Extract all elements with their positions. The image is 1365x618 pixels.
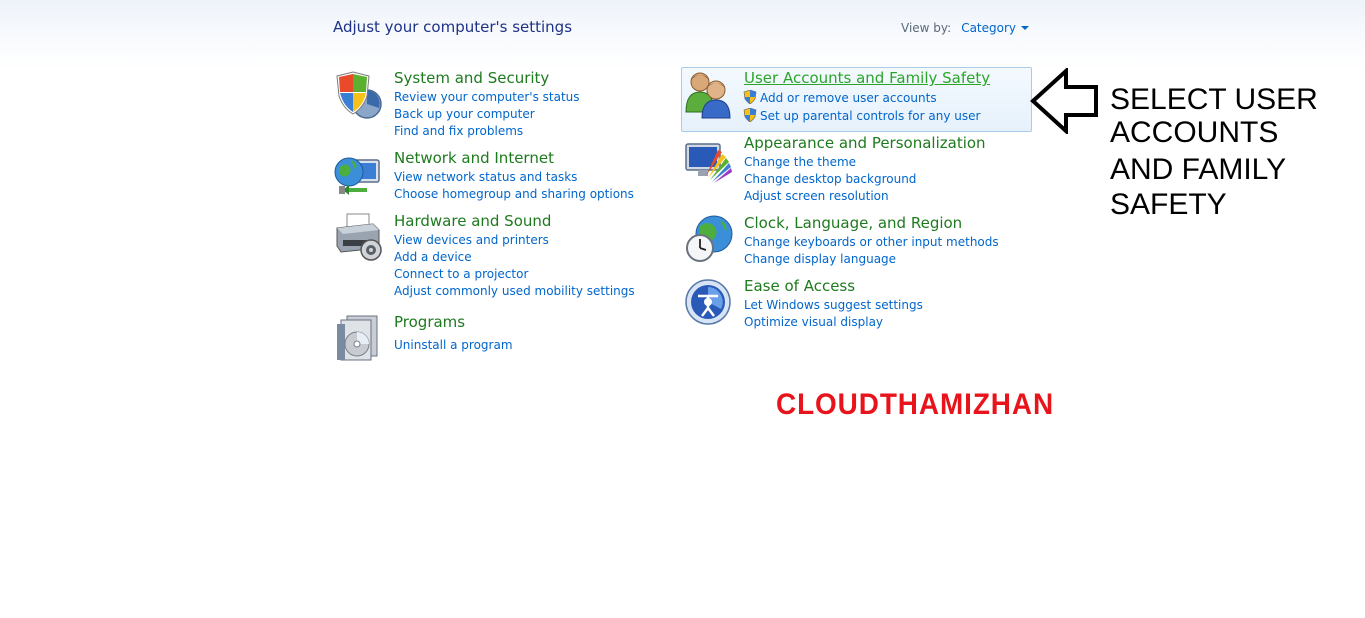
link-screen-resolution[interactable]: Adjust screen resolution xyxy=(744,189,889,203)
category-network-internet[interactable]: Network and Internet xyxy=(394,149,554,167)
users-icon[interactable] xyxy=(684,70,734,120)
annotation-line: AND FAMILY xyxy=(1110,153,1287,186)
link-parental-controls-label: Set up parental controls for any user xyxy=(760,109,981,123)
page-title: Adjust your computer's settings xyxy=(333,18,573,36)
category-user-accounts[interactable]: User Accounts and Family Safety xyxy=(744,69,990,87)
ease-of-access-icon[interactable] xyxy=(684,278,734,328)
uac-shield-icon xyxy=(743,89,757,105)
link-projector[interactable]: Connect to a projector xyxy=(394,267,528,281)
link-parental-controls[interactable]: Set up parental controls for any user xyxy=(743,107,981,123)
uac-shield-icon xyxy=(743,107,757,123)
clock-globe-icon[interactable] xyxy=(684,214,734,264)
annotation-line: SELECT USER xyxy=(1110,83,1318,116)
link-mobility[interactable]: Adjust commonly used mobility settings xyxy=(394,284,635,298)
annotation-line: SAFETY xyxy=(1110,188,1227,221)
control-panel-window: Adjust your computer's settings View by:… xyxy=(0,0,1365,618)
left-arrow-icon xyxy=(1030,68,1098,134)
view-by-label: View by: xyxy=(901,21,952,35)
link-review-status[interactable]: Review your computer's status xyxy=(394,90,580,104)
link-suggest-settings[interactable]: Let Windows suggest settings xyxy=(744,298,923,312)
link-keyboards[interactable]: Change keyboards or other input methods xyxy=(744,235,999,249)
category-clock-region[interactable]: Clock, Language, and Region xyxy=(744,214,962,232)
view-by-value: Category xyxy=(961,21,1017,35)
shield-icon[interactable] xyxy=(333,70,383,120)
link-add-remove-accounts-label: Add or remove user accounts xyxy=(760,91,937,105)
category-ease-of-access[interactable]: Ease of Access xyxy=(744,277,855,295)
printer-icon[interactable] xyxy=(333,212,383,262)
link-desktop-background[interactable]: Change desktop background xyxy=(744,172,916,186)
link-find-fix[interactable]: Find and fix problems xyxy=(394,124,523,138)
annotation-line: ACCOUNTS xyxy=(1110,116,1279,149)
link-display-language[interactable]: Change display language xyxy=(744,252,896,266)
network-globe-icon[interactable] xyxy=(333,150,383,200)
link-add-device[interactable]: Add a device xyxy=(394,250,472,264)
link-optimize-display[interactable]: Optimize visual display xyxy=(744,315,883,329)
monitor-palette-icon[interactable] xyxy=(684,136,734,186)
link-change-theme[interactable]: Change the theme xyxy=(744,155,856,169)
programs-disc-icon[interactable] xyxy=(333,312,383,362)
category-appearance[interactable]: Appearance and Personalization xyxy=(744,134,986,152)
category-system-security[interactable]: System and Security xyxy=(394,69,549,87)
category-programs[interactable]: Programs xyxy=(394,313,465,331)
link-homegroup[interactable]: Choose homegroup and sharing options xyxy=(394,187,634,201)
link-add-remove-accounts[interactable]: Add or remove user accounts xyxy=(743,89,937,105)
view-by-dropdown[interactable]: Category xyxy=(961,21,1030,35)
watermark: CLOUDTHAMIZHAN xyxy=(776,388,1055,421)
annotation-text: SELECT USER ACCOUNTS AND FAMILY SAFETY xyxy=(1110,82,1318,222)
chevron-down-icon xyxy=(1021,26,1030,30)
link-uninstall[interactable]: Uninstall a program xyxy=(394,338,513,352)
view-by: View by: Category xyxy=(901,21,1030,35)
category-hardware-sound[interactable]: Hardware and Sound xyxy=(394,212,551,230)
link-devices-printers[interactable]: View devices and printers xyxy=(394,233,549,247)
link-back-up[interactable]: Back up your computer xyxy=(394,107,535,121)
link-network-status[interactable]: View network status and tasks xyxy=(394,170,577,184)
